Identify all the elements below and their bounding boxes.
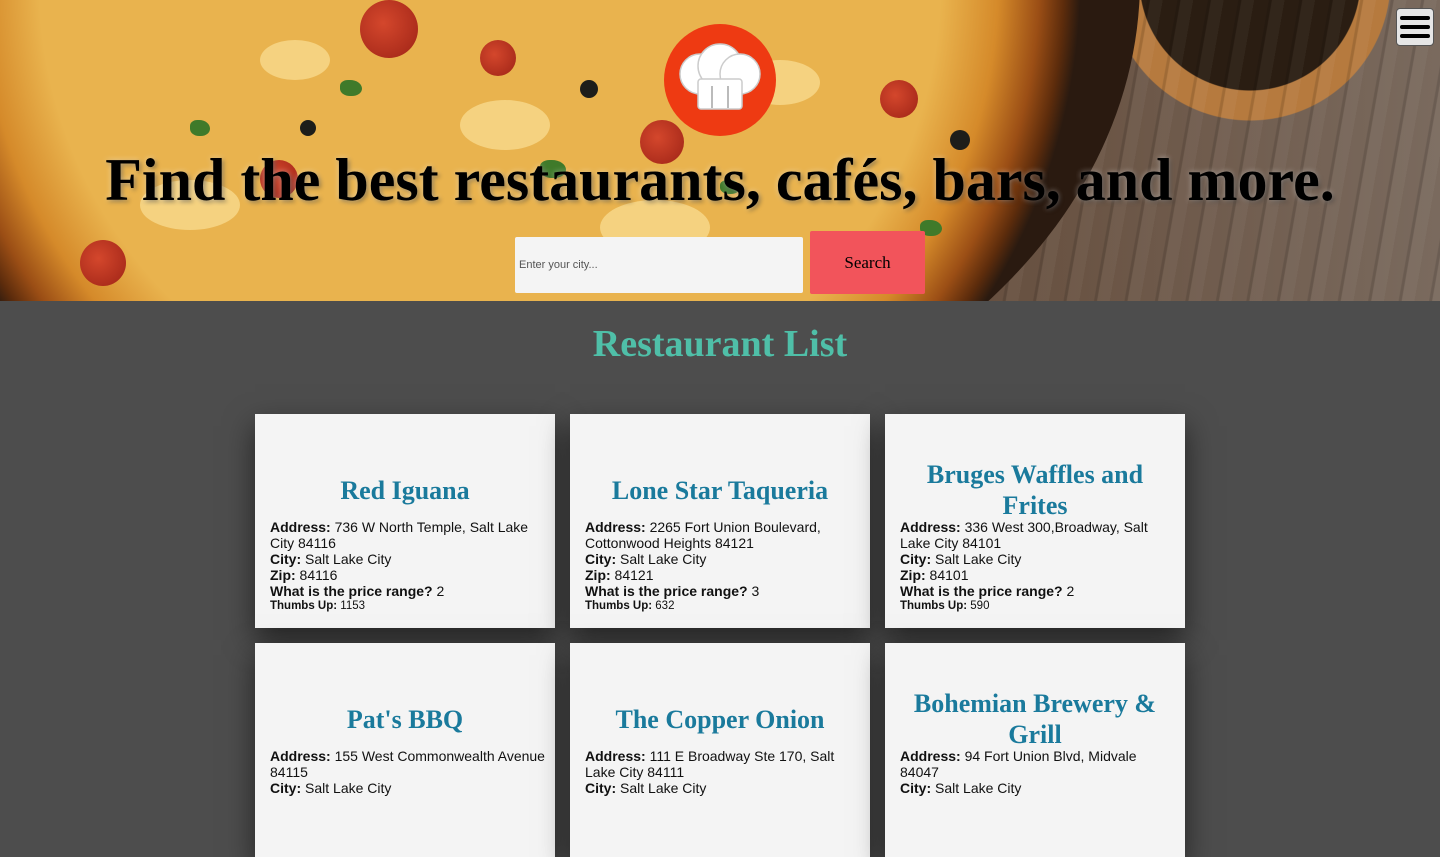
restaurant-card[interactable]: The Copper Onion Address: 111 E Broadway…	[570, 643, 870, 857]
hero-title: Find the best restaurants, cafés, bars, …	[105, 147, 1335, 213]
menu-button[interactable]	[1396, 8, 1434, 46]
restaurant-details: Address: 111 E Broadway Ste 170, Salt La…	[585, 748, 835, 796]
city-search-input[interactable]	[515, 237, 803, 293]
restaurant-details: Address: 2265 Fort Union Boulevard, Cott…	[585, 519, 821, 612]
restaurant-card[interactable]: Bohemian Brewery & Grill Address: 94 For…	[885, 643, 1185, 857]
restaurant-details: Address: 736 W North Temple, Salt Lake C…	[270, 519, 529, 612]
restaurant-details: Address: 155 West Commonwealth Avenue 84…	[270, 748, 545, 796]
restaurant-details: Address: 94 Fort Union Blvd, Midvale 840…	[900, 748, 1137, 796]
restaurant-details: Address: 336 West 300,Broadway, Salt Lak…	[900, 519, 1148, 612]
restaurant-card[interactable]: Pat's BBQ Address: 155 West Commonwealth…	[255, 643, 555, 857]
restaurant-thumbs-up: 632	[655, 600, 675, 612]
restaurant-city: Salt Lake City	[935, 551, 1022, 567]
restaurant-zip: 84116	[299, 567, 338, 583]
restaurant-card[interactable]: Red Iguana Address: 736 W North Temple, …	[255, 414, 555, 628]
hero-banner: Find the best restaurants, cafés, bars, …	[0, 0, 1440, 301]
restaurant-card[interactable]: Lone Star Taqueria Address: 2265 Fort Un…	[570, 414, 870, 628]
restaurant-thumbs-up: 1153	[340, 600, 366, 612]
chef-hat-icon	[679, 43, 761, 110]
hamburger-menu-icon	[1400, 16, 1430, 20]
search-button[interactable]: Search	[810, 231, 925, 294]
restaurant-city: Salt Lake City	[935, 780, 1022, 796]
restaurant-city: Salt Lake City	[620, 780, 707, 796]
restaurant-price: 3	[751, 583, 760, 599]
restaurant-price: 2	[1066, 583, 1075, 599]
restaurant-city: Salt Lake City	[620, 551, 707, 567]
restaurant-list-title: Restaurant List	[592, 323, 848, 365]
restaurant-card[interactable]: Bruges Waffles and Frites Address: 336 W…	[885, 414, 1185, 628]
chef-hat-logo	[664, 24, 776, 136]
restaurant-zip: 84101	[929, 567, 969, 583]
restaurant-thumbs-up: 590	[970, 600, 990, 612]
restaurant-city: Salt Lake City	[305, 780, 392, 796]
restaurant-city: Salt Lake City	[305, 551, 392, 567]
restaurant-price: 2	[436, 583, 445, 599]
restaurant-zip: 84121	[614, 567, 654, 583]
